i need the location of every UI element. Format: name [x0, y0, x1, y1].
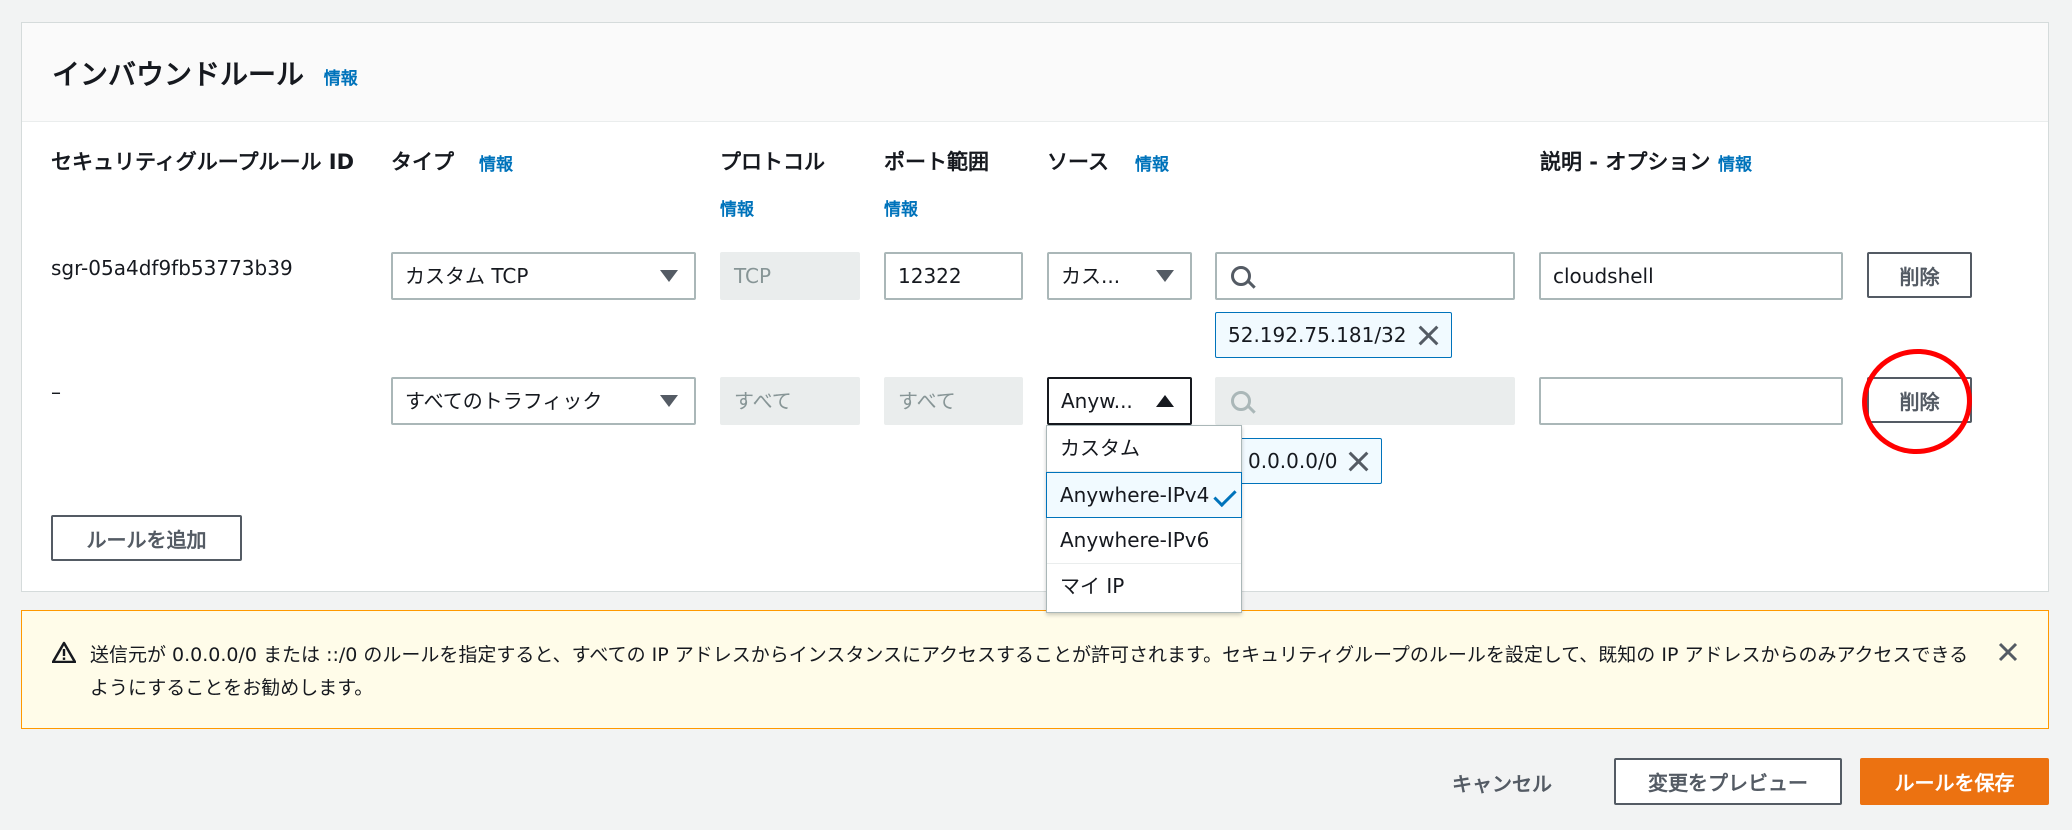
row1-description-input[interactable]: cloudshell: [1539, 252, 1843, 300]
panel-title-text: インバウンドルール: [52, 58, 305, 91]
row2-source-search-input: [1215, 377, 1515, 425]
row2-port-field: すべて: [884, 377, 1023, 425]
close-icon[interactable]: [1997, 641, 2019, 663]
col-rule-id: セキュリティグループルール ID: [51, 150, 355, 174]
row1-port-input[interactable]: 12322: [884, 252, 1023, 300]
dropdown-option-anywhere-ipv4[interactable]: Anywhere-IPv4: [1046, 472, 1242, 518]
type-info-link[interactable]: 情報: [479, 150, 513, 175]
panel-info-link[interactable]: 情報: [324, 69, 358, 89]
row2-type-value: すべてのトラフィック: [405, 389, 603, 413]
panel-title: インバウンドルール 情報: [52, 53, 358, 93]
row2-description-input[interactable]: [1539, 377, 1843, 425]
warning-icon: [52, 641, 76, 663]
dropdown-option-my-ip[interactable]: マイ IP: [1047, 564, 1241, 610]
search-icon: [1231, 391, 1251, 411]
row2-source-select[interactable]: Anyw...: [1047, 377, 1192, 425]
close-icon[interactable]: [1347, 450, 1369, 472]
protocol-info-link[interactable]: 情報: [720, 195, 754, 220]
row2-source-value: Anyw...: [1061, 389, 1133, 413]
row2-rule-id: –: [51, 380, 61, 404]
description-info-link[interactable]: 情報: [1718, 150, 1752, 175]
chevron-down-icon: [660, 395, 678, 407]
port-info-link[interactable]: 情報: [884, 195, 918, 220]
col-protocol: プロトコル: [720, 150, 825, 174]
add-rule-button[interactable]: ルールを追加: [51, 515, 242, 561]
col-type: タイプ: [391, 150, 454, 174]
row1-source-search-input[interactable]: [1215, 252, 1515, 300]
save-rules-button[interactable]: ルールを保存: [1860, 758, 2049, 805]
row1-type-select[interactable]: カスタム TCP: [391, 252, 696, 300]
row1-delete-button[interactable]: 削除: [1867, 252, 1972, 298]
col-description: 説明 - オプション: [1540, 150, 1711, 174]
dropdown-option-anywhere-ipv6[interactable]: Anywhere-IPv6: [1047, 518, 1241, 564]
col-port-range: ポート範囲: [884, 150, 989, 174]
warning-text: 送信元が 0.0.0.0/0 または ::/0 のルールを指定すると、すべての …: [90, 644, 1969, 699]
row1-type-value: カスタム TCP: [405, 264, 529, 288]
row2-cidr-value: 0.0.0.0/0: [1248, 449, 1338, 473]
panel-header: インバウンドルール 情報: [22, 23, 2048, 122]
dropdown-option-custom[interactable]: カスタム: [1047, 426, 1241, 472]
preview-changes-button[interactable]: 変更をプレビュー: [1614, 758, 1842, 805]
row1-source-select[interactable]: カス...: [1047, 252, 1192, 300]
check-icon: [1213, 483, 1237, 508]
row1-cidr-token: 52.192.75.181/32: [1215, 312, 1452, 358]
source-info-link[interactable]: 情報: [1135, 150, 1169, 175]
chevron-down-icon: [660, 270, 678, 282]
cancel-button[interactable]: キャンセル: [1452, 768, 1552, 797]
dropdown-option-anywhere-ipv4-label: Anywhere-IPv4: [1060, 483, 1210, 507]
row2-protocol-field: すべて: [720, 377, 860, 425]
row1-cidr-value: 52.192.75.181/32: [1228, 323, 1407, 347]
chevron-down-icon: [1156, 270, 1174, 282]
search-icon: [1231, 266, 1251, 286]
row1-rule-id: sgr-05a4df9fb53773b39: [51, 256, 293, 280]
close-icon[interactable]: [1417, 324, 1439, 346]
inbound-rules-panel: インバウンドルール 情報: [21, 22, 2049, 592]
row1-protocol-field: TCP: [720, 252, 860, 300]
source-dropdown-menu: カスタム Anywhere-IPv4 Anywhere-IPv6 マイ IP: [1046, 425, 1242, 613]
row2-type-select[interactable]: すべてのトラフィック: [391, 377, 696, 425]
warning-alert: 送信元が 0.0.0.0/0 または ::/0 のルールを指定すると、すべての …: [21, 610, 2049, 729]
chevron-up-icon: [1156, 395, 1174, 407]
row1-source-value: カス...: [1061, 264, 1121, 288]
col-source: ソース: [1047, 150, 1109, 174]
